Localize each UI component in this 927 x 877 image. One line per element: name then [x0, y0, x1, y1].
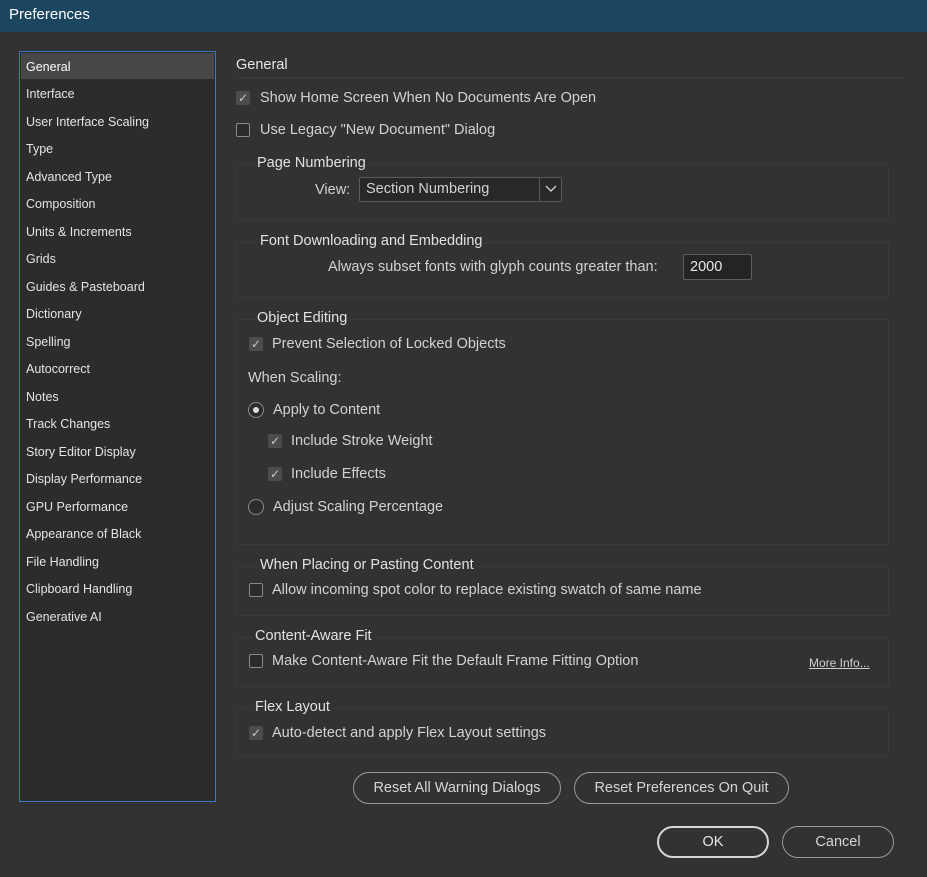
check-icon: ✓	[269, 467, 281, 481]
cancel-button[interactable]: Cancel	[782, 826, 894, 858]
view-label: View:	[315, 182, 351, 198]
ok-button[interactable]: OK	[657, 826, 769, 858]
flex-layout-legend: Flex Layout	[252, 699, 333, 715]
sidebar-item-clipboard-handling[interactable]: Clipboard Handling	[21, 575, 214, 601]
sidebar-item-grids[interactable]: Grids	[21, 245, 214, 271]
sidebar-item-track-changes[interactable]: Track Changes	[21, 410, 214, 436]
glyph-count-input[interactable]: 2000	[683, 254, 752, 280]
chevron-down-icon	[545, 185, 557, 192]
placing-content-legend: When Placing or Pasting Content	[257, 557, 477, 573]
view-select-value: Section Numbering	[366, 181, 490, 197]
apply-to-content-radio[interactable]	[248, 402, 264, 418]
check-icon: ✓	[250, 726, 262, 740]
sidebar-item-gpu-performance[interactable]: GPU Performance	[21, 493, 214, 519]
flex-layout-auto-detect-checkbox[interactable]: ✓	[249, 726, 263, 740]
check-icon: ✓	[250, 337, 262, 351]
show-home-screen-label: Show Home Screen When No Documents Are O…	[260, 90, 597, 106]
sidebar-item-composition[interactable]: Composition	[21, 190, 214, 216]
spot-color-replace-checkbox[interactable]	[249, 583, 263, 597]
show-home-screen-checkbox[interactable]: ✓	[236, 91, 250, 105]
sidebar-item-guides-pasteboard[interactable]: Guides & Pasteboard	[21, 273, 214, 299]
legacy-new-document-checkbox[interactable]	[236, 123, 250, 137]
content-aware-default-checkbox[interactable]	[249, 654, 263, 668]
legacy-new-document-label: Use Legacy "New Document" Dialog	[260, 122, 496, 138]
sidebar-item-spelling[interactable]: Spelling	[21, 328, 214, 354]
window-title-bar: Preferences	[0, 0, 927, 32]
sidebar-item-advanced-type[interactable]: Advanced Type	[21, 163, 214, 189]
panel-title: General	[236, 57, 288, 73]
check-icon: ✓	[237, 91, 249, 105]
sidebar-item-generative-ai[interactable]: Generative AI	[21, 603, 214, 629]
sidebar-item-type[interactable]: Type	[21, 135, 214, 161]
content-aware-fit-legend: Content-Aware Fit	[252, 628, 375, 644]
check-icon: ✓	[269, 434, 281, 448]
sidebar-item-user-interface-scaling[interactable]: User Interface Scaling	[21, 108, 214, 134]
sidebar-item-display-performance[interactable]: Display Performance	[21, 465, 214, 491]
when-scaling-label: When Scaling:	[248, 370, 342, 386]
flex-layout-auto-detect-label: Auto-detect and apply Flex Layout settin…	[272, 725, 547, 741]
glyph-count-value: 2000	[690, 259, 723, 275]
adjust-scaling-percentage-label: Adjust Scaling Percentage	[273, 499, 444, 515]
sidebar-item-autocorrect[interactable]: Autocorrect	[21, 355, 214, 381]
content-aware-default-label: Make Content-Aware Fit the Default Frame…	[272, 653, 639, 669]
title-divider	[236, 77, 906, 78]
include-stroke-weight-checkbox[interactable]: ✓	[268, 434, 282, 448]
sidebar-item-notes[interactable]: Notes	[21, 383, 214, 409]
include-effects-label: Include Effects	[291, 466, 386, 482]
page-numbering-view-select[interactable]: Section Numbering	[359, 177, 562, 202]
sidebar-item-file-handling[interactable]: File Handling	[21, 548, 214, 574]
window-title: Preferences	[9, 6, 90, 23]
spot-color-replace-label: Allow incoming spot color to replace exi…	[272, 582, 702, 598]
preferences-category-list[interactable]: General Interface User Interface Scaling…	[19, 51, 216, 802]
more-info-link[interactable]: More Info...	[809, 656, 870, 670]
select-chevron[interactable]	[539, 178, 561, 201]
prevent-selection-locked-checkbox[interactable]: ✓	[249, 337, 263, 351]
page-numbering-legend: Page Numbering	[254, 155, 369, 171]
sidebar-item-general[interactable]: General	[21, 53, 214, 79]
font-downloading-legend: Font Downloading and Embedding	[257, 233, 486, 249]
apply-to-content-label: Apply to Content	[273, 402, 381, 418]
prevent-selection-locked-label: Prevent Selection of Locked Objects	[272, 336, 506, 352]
sidebar-item-story-editor-display[interactable]: Story Editor Display	[21, 438, 214, 464]
adjust-scaling-percentage-radio[interactable]	[248, 499, 264, 515]
reset-all-warning-dialogs-button[interactable]: Reset All Warning Dialogs	[353, 772, 561, 804]
sidebar-item-units-increments[interactable]: Units & Increments	[21, 218, 214, 244]
glyph-subset-label: Always subset fonts with glyph counts gr…	[328, 259, 658, 275]
include-effects-checkbox[interactable]: ✓	[268, 467, 282, 481]
sidebar-item-dictionary[interactable]: Dictionary	[21, 300, 214, 326]
object-editing-legend: Object Editing	[254, 310, 351, 326]
sidebar-item-interface[interactable]: Interface	[21, 80, 214, 106]
sidebar-item-appearance-of-black[interactable]: Appearance of Black	[21, 520, 214, 546]
reset-preferences-on-quit-button[interactable]: Reset Preferences On Quit	[574, 772, 789, 804]
include-stroke-weight-label: Include Stroke Weight	[291, 433, 433, 449]
